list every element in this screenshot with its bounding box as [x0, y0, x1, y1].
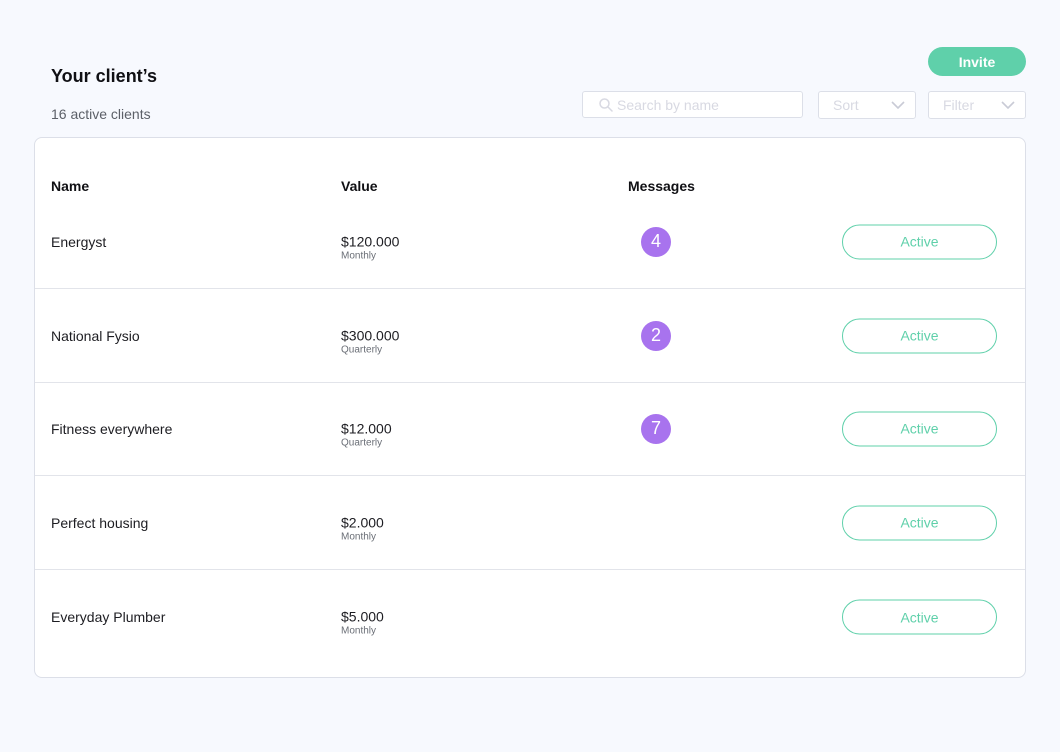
- table-row: Fitness everywhere $12.000 Quarterly 7 A…: [35, 382, 1025, 476]
- client-name: Everyday Plumber: [51, 609, 166, 625]
- column-header-messages: Messages: [628, 178, 695, 194]
- status-button[interactable]: Active: [842, 599, 997, 635]
- chevron-down-icon: [1001, 101, 1015, 109]
- column-header-value: Value: [341, 178, 378, 194]
- filter-label: Filter: [943, 97, 975, 113]
- status-button[interactable]: Active: [842, 224, 997, 259]
- client-value: $2.000 Monthly: [341, 514, 384, 543]
- clients-table: Name Value Messages Energyst $120.000 Mo…: [34, 137, 1026, 678]
- sort-dropdown[interactable]: Sort: [818, 91, 916, 119]
- value-period: Monthly: [341, 531, 377, 542]
- search-icon: [599, 97, 613, 112]
- table-row: Energyst $120.000 Monthly 4 Active: [35, 195, 1025, 289]
- chevron-down-icon: [891, 101, 905, 109]
- client-value: $120.000 Monthly: [341, 233, 399, 262]
- client-name: National Fysio: [51, 327, 140, 344]
- value-period: Quarterly: [341, 344, 383, 355]
- table-row: Perfect housing $2.000 Monthly Active: [35, 476, 1025, 570]
- message-count-badge[interactable]: 7: [641, 413, 671, 444]
- value-amount: $12.000: [341, 420, 392, 436]
- client-value: $5.000 Monthly: [341, 609, 384, 638]
- table-row: National Fysio $300.000 Quarterly 2 Acti…: [35, 289, 1025, 383]
- status-button[interactable]: Active: [842, 318, 997, 353]
- active-clients-count: 16 active clients: [51, 106, 151, 122]
- client-name: Perfect housing: [51, 514, 149, 531]
- client-value: $300.000 Quarterly: [341, 327, 399, 356]
- search-input[interactable]: [617, 96, 792, 113]
- invite-button[interactable]: Invite: [928, 47, 1026, 76]
- table-row: Everyday Plumber $5.000 Monthly Active: [35, 570, 1025, 664]
- value-amount: $120.000: [341, 233, 400, 249]
- status-button[interactable]: Active: [842, 411, 997, 446]
- value-amount: $5.000: [341, 608, 384, 625]
- client-name: Energyst: [51, 233, 107, 250]
- sort-label: Sort: [833, 97, 859, 113]
- client-value: $12.000 Quarterly: [341, 420, 392, 449]
- page-title: Your client’s: [51, 66, 158, 86]
- value-amount: $300.000: [341, 327, 400, 343]
- value-amount: $2.000: [341, 514, 384, 530]
- message-count-badge[interactable]: 4: [641, 226, 671, 257]
- value-period: Quarterly: [341, 437, 383, 448]
- message-count-badge[interactable]: 2: [641, 320, 671, 351]
- value-period: Monthly: [341, 250, 377, 261]
- client-name: Fitness everywhere: [51, 420, 173, 437]
- filter-dropdown[interactable]: Filter: [928, 91, 1026, 119]
- search-field[interactable]: [582, 91, 803, 118]
- column-header-name: Name: [51, 178, 90, 194]
- status-button[interactable]: Active: [842, 505, 997, 540]
- value-period: Monthly: [341, 625, 377, 637]
